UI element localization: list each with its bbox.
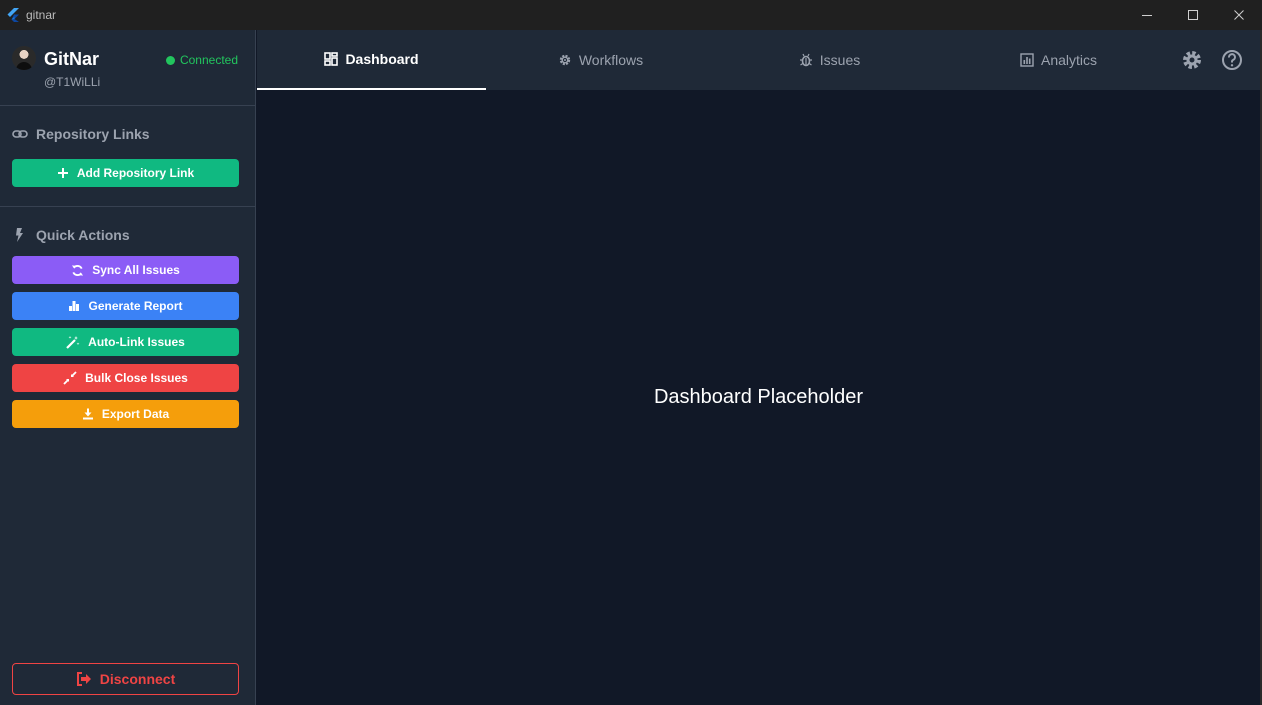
tab-workflows[interactable]: Workflows — [486, 30, 715, 90]
dashboard-placeholder: Dashboard Placeholder — [653, 386, 864, 408]
bolt-icon — [16, 228, 23, 242]
section-title: Repository Links — [36, 126, 150, 142]
flutter-logo-icon — [7, 8, 19, 22]
analytics-icon — [1020, 53, 1034, 67]
sync-all-issues-button[interactable]: Sync All Issues — [12, 256, 239, 284]
top-navigation: Dashboard Workflows Issues Analytics — [257, 30, 1260, 90]
button-label: Generate Report — [88, 299, 183, 313]
export-data-button[interactable]: Export Data — [12, 400, 239, 428]
minimize-icon — [1142, 15, 1152, 16]
button-label: Export Data — [101, 407, 170, 421]
tab-dashboard[interactable]: Dashboard — [257, 30, 486, 90]
section-header: Repository Links — [12, 124, 243, 144]
settings-icon — [1183, 51, 1201, 69]
sign-out-icon — [76, 672, 91, 686]
window-controls — [1124, 0, 1262, 30]
magic-wand-icon — [66, 336, 80, 349]
download-icon — [82, 408, 93, 420]
tab-analytics[interactable]: Analytics — [944, 30, 1173, 90]
help-icon — [1222, 50, 1242, 70]
sidebar: GitNar @T1WiLLi Connected Repository Lin… — [0, 30, 256, 705]
sync-icon — [72, 264, 84, 276]
tab-label: Issues — [819, 52, 861, 68]
bar-chart-icon — [69, 301, 80, 311]
status-dot-icon — [165, 55, 175, 65]
title-bar: gitnar — [0, 0, 1262, 30]
main-content: Dashboard Placeholder — [257, 90, 1260, 705]
dashboard-icon — [324, 52, 339, 66]
add-repository-link-button[interactable]: Add Repository Link — [12, 159, 239, 187]
avatar[interactable] — [12, 46, 36, 70]
username: @T1WiLLi — [44, 75, 101, 89]
repository-links-section: Repository Links Add Repository Link — [0, 106, 255, 207]
generate-report-button[interactable]: Generate Report — [12, 292, 239, 320]
plus-icon — [57, 168, 68, 178]
disconnect-label: Disconnect — [99, 671, 176, 687]
compress-icon — [63, 371, 77, 385]
quick-actions-section: Quick Actions Sync All Issues Generate R… — [0, 207, 255, 428]
profile-header: GitNar @T1WiLLi Connected — [0, 30, 255, 106]
bulk-close-issues-button[interactable]: Bulk Close Issues — [12, 364, 239, 392]
button-label: Sync All Issues — [92, 263, 180, 277]
help-button[interactable] — [1220, 48, 1244, 72]
window-title: gitnar — [26, 8, 57, 22]
tab-label: Analytics — [1040, 52, 1098, 68]
section-header: Quick Actions — [12, 225, 243, 245]
close-icon — [1234, 10, 1244, 20]
button-label: Auto-Link Issues — [88, 335, 185, 349]
auto-link-issues-button[interactable]: Auto-Link Issues — [12, 328, 239, 356]
maximize-button[interactable] — [1170, 0, 1216, 30]
disconnect-button[interactable]: Disconnect — [12, 663, 239, 695]
settings-button[interactable] — [1180, 48, 1204, 72]
link-icon — [12, 130, 28, 138]
app-name: GitNar — [44, 49, 100, 69]
tab-label: Workflows — [578, 52, 644, 68]
tab-issues[interactable]: Issues — [715, 30, 944, 90]
button-label: Add Repository Link — [76, 166, 195, 180]
minimize-button[interactable] — [1124, 0, 1170, 30]
app-window: gitnar GitNar @T1WiLLi Connected Reposit… — [0, 0, 1262, 705]
maximize-icon — [1188, 10, 1198, 20]
section-title: Quick Actions — [36, 227, 130, 243]
gear-cog-icon — [559, 54, 571, 66]
status-text: Connected — [179, 53, 238, 67]
button-label: Bulk Close Issues — [85, 371, 188, 385]
close-button[interactable] — [1216, 0, 1262, 30]
bug-icon — [799, 53, 812, 67]
tab-label: Dashboard — [345, 51, 419, 67]
connection-status: Connected — [165, 53, 238, 67]
